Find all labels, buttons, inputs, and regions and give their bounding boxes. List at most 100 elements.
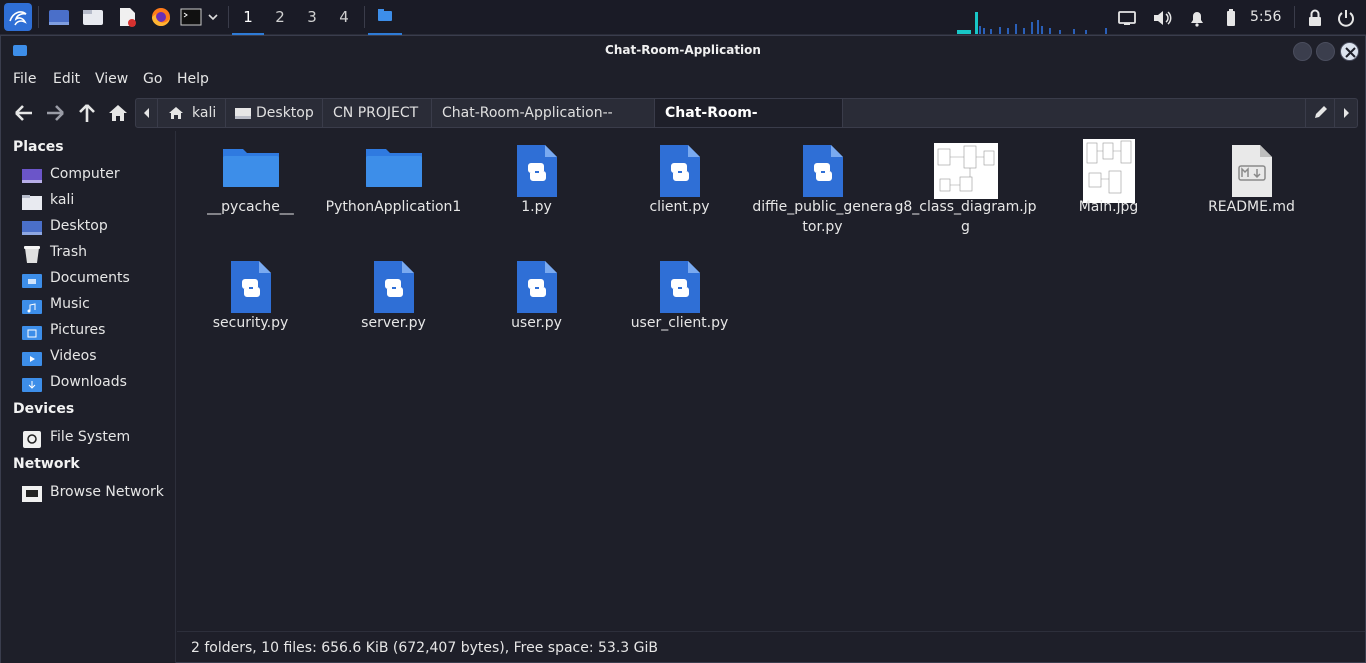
file-item-user-py[interactable]: user.py: [465, 247, 608, 357]
path-bar: kali Desktop CN PROJECT Chat-Room-Applic…: [135, 98, 1358, 149]
top-panel: 1 2 3 4 5:56: [0, 0, 1366, 35]
panel-clock[interactable]: 5:56: [1250, 0, 1281, 35]
image-thumbnail-icon: [1082, 139, 1135, 203]
panel-separator: [1294, 6, 1295, 28]
sidebar-item-downloads[interactable]: Downloads: [21, 373, 171, 395]
firefox-launcher-icon[interactable]: [150, 6, 172, 28]
text-editor-launcher-icon[interactable]: [116, 6, 138, 28]
chevron-down-icon[interactable]: [206, 6, 220, 28]
python-file-icon: [230, 261, 271, 313]
computer-icon: [22, 169, 42, 183]
path-crumb-desktop-label: Desktop: [256, 105, 314, 121]
display-icon[interactable]: [1117, 8, 1137, 28]
sidebar-item-music[interactable]: Music: [21, 295, 171, 317]
toolbar: kali Desktop CN PROJECT Chat-Room-Applic…: [1, 96, 1365, 149]
status-bar: 2 folders, 10 files: 656.6 KiB (672,407 …: [177, 631, 1365, 663]
downloads-folder-icon: [22, 378, 42, 392]
file-name: diffie_public_generator.py: [752, 199, 893, 235]
close-icon: [1345, 47, 1356, 58]
documents-folder-icon: [22, 274, 42, 288]
pictures-folder-icon: [22, 326, 42, 340]
sidebar-item-label: Downloads: [50, 374, 127, 390]
file-item-client-py[interactable]: client.py: [608, 131, 751, 241]
power-icon[interactable]: [1336, 8, 1356, 28]
sidebar-item-desktop[interactable]: Desktop: [21, 217, 171, 239]
workspace-1[interactable]: 1: [232, 0, 264, 35]
folder-icon: [365, 149, 422, 187]
sidebar-header-devices: Devices: [13, 401, 75, 417]
close-button[interactable]: [1340, 42, 1359, 61]
menu-file[interactable]: File: [13, 71, 36, 87]
sidebar-item-label: Videos: [50, 348, 97, 364]
menu-help[interactable]: Help: [177, 71, 209, 87]
path-crumb-home[interactable]: kali: [158, 99, 226, 127]
sidebar-item-trash[interactable]: Trash: [21, 243, 171, 265]
file-item-pythonapplication1[interactable]: PythonApplication1: [322, 131, 465, 241]
pencil-icon: [1315, 106, 1327, 118]
show-desktop-icon[interactable]: [48, 6, 70, 28]
file-item-g8-class-diagram-jpg[interactable]: g8_class_diagram.jpg: [894, 131, 1037, 241]
sidebar-item-file-system[interactable]: File System: [21, 428, 171, 450]
file-item-main-jpg[interactable]: Main.jpg: [1037, 131, 1180, 241]
sidebar-item-label: Browse Network: [50, 484, 164, 500]
file-name: PythonApplication1: [325, 199, 462, 215]
file-item-pycache[interactable]: __pycache__: [179, 131, 322, 241]
videos-folder-icon: [22, 352, 42, 366]
folder-icon: [222, 149, 279, 187]
path-scroll-right[interactable]: [1335, 99, 1357, 127]
file-item-1-py[interactable]: 1.py: [465, 131, 608, 241]
battery-icon[interactable]: [1221, 8, 1241, 28]
python-file-icon: [659, 145, 700, 197]
sidebar-item-kali[interactable]: kali: [21, 191, 171, 213]
up-arrow-icon[interactable]: [76, 102, 98, 124]
edit-path-button[interactable]: [1305, 99, 1335, 127]
notifications-bell-icon[interactable]: [1187, 8, 1207, 28]
file-name: user_client.py: [630, 315, 729, 331]
file-item-server-py[interactable]: server.py: [322, 247, 465, 357]
sidebar-item-videos[interactable]: Videos: [21, 347, 171, 369]
home-icon[interactable]: [107, 102, 129, 124]
sidebar-item-pictures[interactable]: Pictures: [21, 321, 171, 343]
file-item-diffie-public-generator-py[interactable]: diffie_public_generator.py: [751, 131, 894, 241]
workspace-4[interactable]: 4: [328, 0, 360, 35]
sidebar-item-browse-network[interactable]: Browse Network: [21, 483, 171, 505]
back-arrow-icon[interactable]: [13, 102, 35, 124]
file-name: server.py: [361, 315, 426, 331]
forward-arrow-icon[interactable]: [44, 102, 66, 124]
menu-edit[interactable]: Edit: [53, 71, 80, 87]
path-crumb-desktop[interactable]: Desktop: [226, 99, 323, 127]
lock-icon[interactable]: [1305, 8, 1325, 28]
file-name: README.md: [1208, 199, 1295, 215]
workspace-3[interactable]: 3: [296, 0, 328, 35]
sidebar-item-documents[interactable]: Documents: [21, 269, 171, 291]
menu-view[interactable]: View: [95, 71, 128, 87]
file-item-security-py[interactable]: security.py: [179, 247, 322, 357]
terminal-launcher-icon[interactable]: [180, 6, 202, 28]
sidebar-header-places: Places: [13, 139, 64, 155]
file-name: client.py: [649, 199, 710, 215]
maximize-button[interactable]: [1316, 42, 1335, 61]
workspace-2[interactable]: 2: [264, 0, 296, 35]
python-file-icon: [802, 145, 843, 197]
sidebar-item-label: Trash: [50, 244, 87, 260]
file-name: g8_class_diagram.jpg: [894, 199, 1037, 235]
path-crumb-repo[interactable]: Chat-Room-Application--main: [432, 99, 655, 149]
file-manager-launcher-icon[interactable]: [82, 6, 104, 28]
minimize-button[interactable]: [1293, 42, 1312, 61]
sidebar-item-label: kali: [50, 192, 75, 208]
volume-icon[interactable]: [1152, 8, 1172, 28]
path-crumb-current[interactable]: Chat-Room-Application: [655, 99, 843, 149]
taskbar-file-manager[interactable]: [368, 0, 402, 35]
python-file-icon: [373, 261, 414, 313]
path-scroll-left[interactable]: [136, 99, 158, 127]
file-item-user-client-py[interactable]: user_client.py: [608, 247, 751, 357]
kali-menu-button[interactable]: [4, 3, 32, 31]
file-item-readme-md[interactable]: README.md: [1180, 131, 1323, 241]
window-title: Chat-Room-Application: [605, 43, 761, 57]
sidebar-item-computer[interactable]: Computer: [21, 165, 171, 187]
menu-go[interactable]: Go: [143, 71, 162, 87]
sidebar: Places Computer kali Desktop Trash Docum…: [1, 131, 176, 663]
path-crumb-cn-project[interactable]: CN PROJECT: [323, 99, 432, 127]
panel-separator: [228, 6, 229, 28]
window-titlebar[interactable]: Chat-Room-Application: [1, 36, 1365, 66]
